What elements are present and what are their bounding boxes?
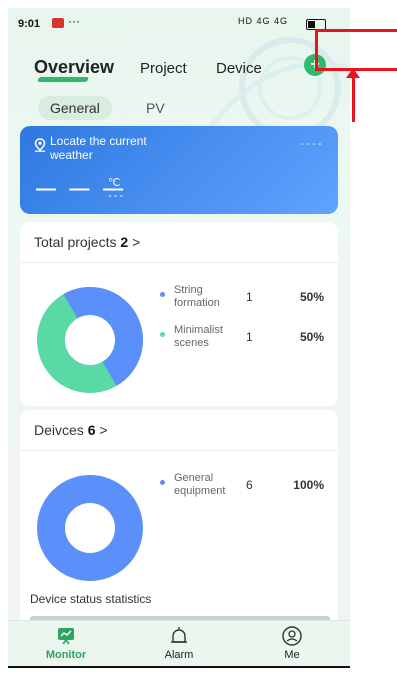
top-navigation: Overview Project Device: [8, 52, 350, 92]
legend-percent: 50%: [299, 290, 324, 304]
subtab-pv[interactable]: PV: [134, 96, 177, 120]
locate-weather-text: Locate the current weather: [50, 134, 147, 162]
tab-project[interactable]: Project: [140, 60, 187, 77]
legend-count: 1: [246, 290, 253, 304]
monitor-icon: [58, 628, 74, 645]
temperature-unit: ℃: [108, 177, 121, 189]
legend-dot: [160, 292, 165, 297]
projects-donut-chart: [37, 287, 143, 393]
bottom-navigation: Monitor Alarm Me: [8, 620, 350, 668]
legend-percent: 50%: [299, 330, 324, 344]
legend-item: General equipment 6 100%: [160, 472, 330, 504]
nav-monitor-label: Monitor: [45, 649, 87, 661]
devices-title: Deivces: [34, 422, 84, 438]
legend-label: Minimalist scenes: [174, 324, 223, 349]
system-home-indicator: [8, 666, 350, 668]
notification-app-icon: [52, 18, 64, 28]
sub-tabs: General PV: [8, 96, 350, 126]
nav-alarm[interactable]: Alarm: [139, 625, 219, 661]
location-pin-icon: [34, 138, 46, 152]
total-projects-title: Total projects: [34, 234, 117, 250]
total-projects-card: Total projects 2 > String formation 1 50…: [20, 222, 338, 406]
status-time: 9:01: [18, 18, 41, 30]
app-screen: 9:01 ··· HD 4G 4G Overview Project Devic…: [8, 8, 350, 668]
weather-card[interactable]: Locate the current weather ---- — — — ℃ …: [20, 126, 338, 214]
donut-segment-general: [37, 475, 143, 581]
subtab-general[interactable]: General: [38, 96, 112, 120]
legend-dot: [160, 332, 165, 337]
weather-condition-placeholder: ---: [108, 190, 125, 202]
bell-icon: [171, 627, 187, 643]
devices-header[interactable]: Deivces 6 >: [34, 422, 108, 438]
user-icon: [282, 626, 302, 646]
devices-count: 6: [87, 422, 96, 438]
status-more: ···: [68, 14, 80, 28]
annotation-arrow-head: [346, 68, 360, 78]
card-divider: [20, 450, 338, 451]
active-tab-indicator: [37, 77, 89, 82]
chevron-right-icon: >: [99, 422, 108, 438]
total-projects-count: 2: [120, 234, 129, 250]
devices-donut-chart: [37, 475, 143, 581]
legend-count: 6: [246, 478, 253, 492]
nav-me-label: Me: [284, 649, 300, 661]
nav-me[interactable]: Me: [252, 625, 332, 661]
legend-item: Minimalist scenes 1 50%: [160, 324, 330, 356]
device-status-title: Device status statistics: [30, 592, 152, 606]
chevron-right-icon: >: [132, 234, 141, 250]
total-projects-header[interactable]: Total projects 2 >: [34, 234, 140, 250]
network-indicator: HD 4G 4G: [238, 16, 289, 26]
legend-label: General equipment: [174, 472, 226, 497]
legend-count: 1: [246, 330, 253, 344]
legend-label: String formation: [174, 284, 220, 309]
card-divider: [20, 262, 338, 263]
nav-monitor[interactable]: Monitor: [26, 625, 106, 661]
tab-overview[interactable]: Overview: [34, 57, 114, 78]
annotation-highlight-box: [315, 29, 397, 71]
legend-percent: 100%: [293, 478, 324, 492]
nav-alarm-label: Alarm: [164, 649, 194, 661]
weather-extra-placeholder: ----: [300, 136, 324, 150]
legend-item: String formation 1 50%: [160, 284, 330, 316]
tab-device[interactable]: Device: [216, 60, 262, 77]
legend-dot: [160, 480, 165, 485]
